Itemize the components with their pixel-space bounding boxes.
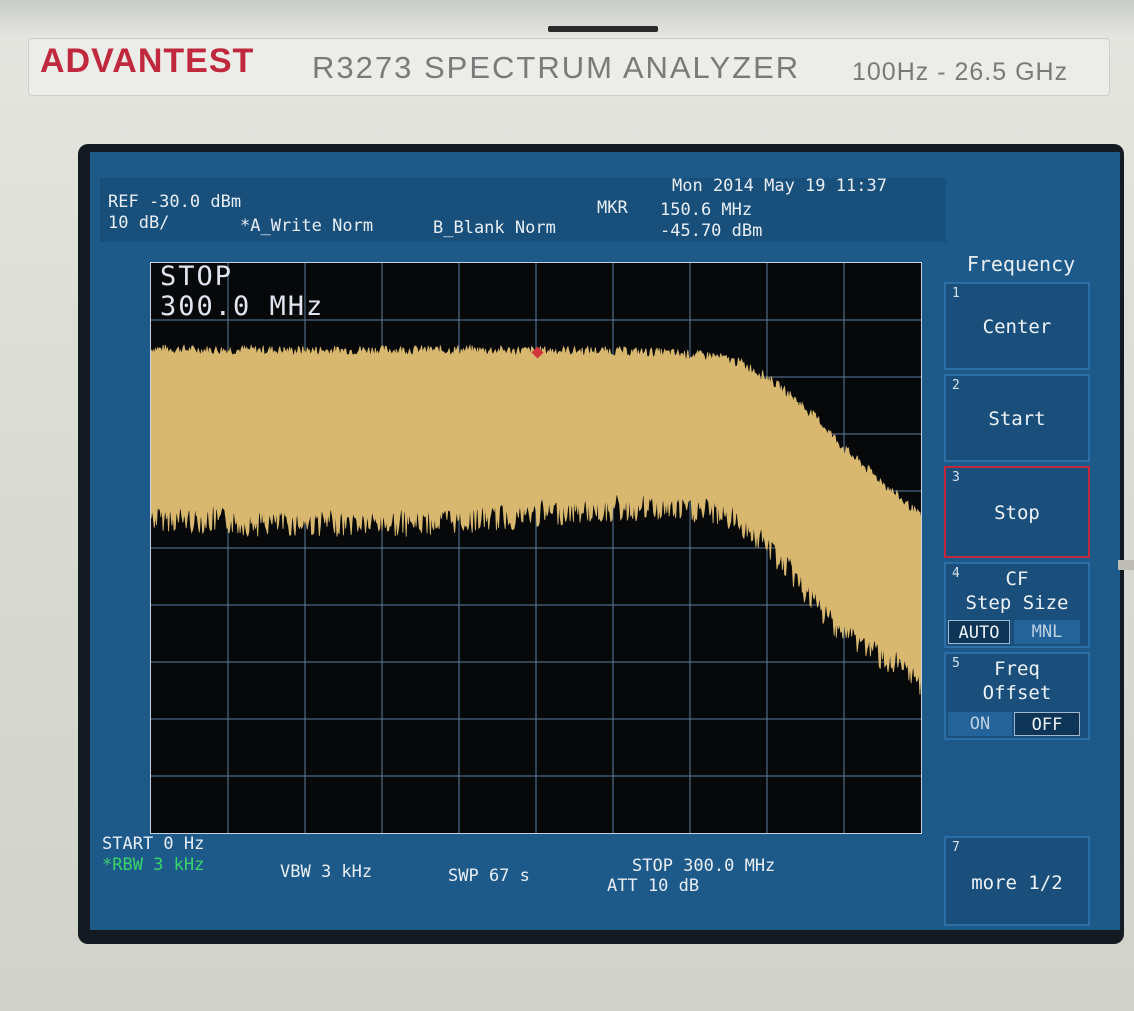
softkey-number: 2 (952, 378, 960, 393)
stop-frequency: STOP 300.0 MHz (632, 856, 776, 876)
stop-overlay: STOP 300.0 MHz (160, 262, 324, 322)
softkey-label: more 1/2 (971, 872, 1063, 894)
softkey-more[interactable]: 7 more 1/2 (944, 836, 1090, 926)
vbw-setting: VBW 3 kHz (280, 862, 373, 882)
softkey-label-line2: Offset (982, 682, 1052, 704)
stop-overlay-title: STOP (160, 261, 234, 292)
sweep-time: SWP 67 s (448, 866, 530, 886)
top-slot (548, 26, 658, 32)
softkey-menu-title: Frequency (966, 252, 1076, 276)
softkey-label-line1: CF (1005, 568, 1029, 590)
rbw-setting: *RBW 3 kHz (102, 855, 205, 875)
softkey-label: Start (988, 408, 1046, 430)
softkey-label: Center (982, 316, 1052, 338)
frequency-range-label: 100Hz - 26.5 GHz (852, 58, 1069, 86)
softkey-number: 3 (952, 470, 960, 485)
softkey-number: 7 (952, 840, 960, 855)
start-frequency: START 0 Hz (102, 834, 205, 854)
brand-logo: ADVANTEST (40, 42, 255, 80)
spectrum-graticule (150, 262, 922, 834)
offset-off-option[interactable]: OFF (1014, 712, 1080, 736)
datetime: Mon 2014 May 19 11:37 (672, 176, 887, 196)
spectrum-trace-plot (151, 263, 921, 833)
model-label: R3273 SPECTRUM ANALYZER (312, 50, 801, 85)
marker-level: -45.70 dBm (660, 221, 763, 241)
marker-label: MKR (597, 198, 628, 218)
softkey-center[interactable]: 1 Center (944, 282, 1090, 370)
softkey-freq-offset[interactable]: 5 Freq Offset ON OFF (944, 652, 1090, 740)
softkey-stop[interactable]: 3 Stop (944, 466, 1090, 558)
softkey-label: Stop (994, 502, 1040, 524)
ref-level: REF -30.0 dBm (108, 192, 242, 212)
softkey-label-line1: Freq (994, 658, 1040, 680)
softkey-cf-step-size[interactable]: 4 CF Step Size AUTO MNL (944, 562, 1090, 648)
softkey-start[interactable]: 2 Start (944, 374, 1090, 462)
attenuation: ATT 10 dB (607, 876, 700, 896)
marker-frequency: 150.6 MHz (660, 200, 753, 220)
trace-a-mode: *A_Write Norm (240, 216, 374, 236)
stop-overlay-value: 300.0 MHz (160, 291, 325, 322)
cf-auto-option[interactable]: AUTO (948, 620, 1010, 644)
softkey-number: 1 (952, 286, 960, 301)
scale-div: 10 dB/ (108, 213, 170, 233)
trace-b-mode: B_Blank Norm (433, 218, 556, 238)
side-clip (1118, 560, 1134, 570)
softkey-label-line2: Step Size (965, 592, 1069, 614)
offset-on-option[interactable]: ON (948, 712, 1012, 736)
cf-manual-option[interactable]: MNL (1014, 620, 1080, 644)
